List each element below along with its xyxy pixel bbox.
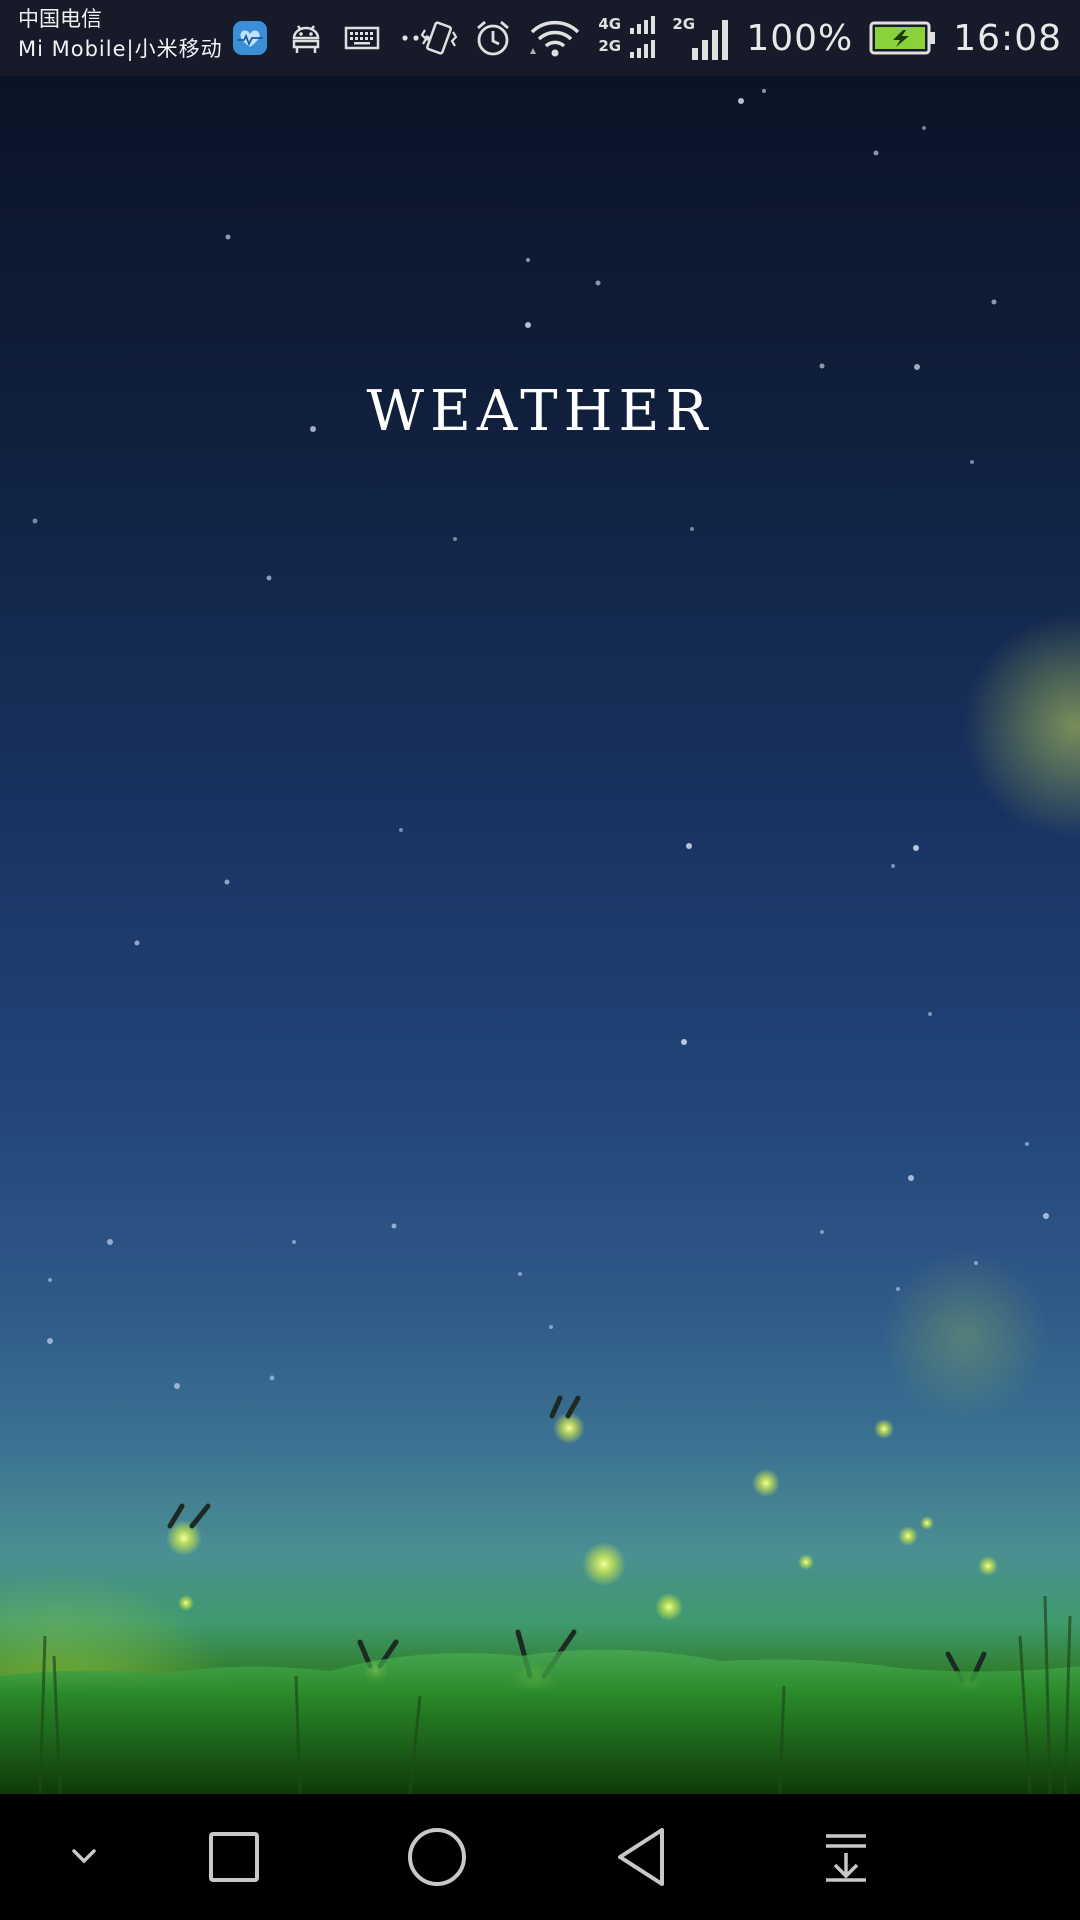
- clock: 16:08: [953, 17, 1062, 59]
- grass-field: [0, 1595, 1080, 1794]
- signal-2g-icon: 2G: [672, 10, 730, 66]
- app-title: WEATHER: [366, 379, 714, 444]
- notification-icons: [232, 0, 432, 76]
- home-icon: [408, 1828, 466, 1886]
- carrier-secondary: Mi Mobile|小米移动: [18, 37, 223, 61]
- alarm-icon: [474, 18, 512, 58]
- navigation-bar: [0, 1794, 1080, 1920]
- wifi-icon: [528, 18, 582, 58]
- notification-pulldown-icon: [826, 1834, 866, 1882]
- net-type-4g: 4G: [598, 15, 622, 33]
- hide-nav-icon: [72, 1849, 96, 1864]
- vibrate-icon: [420, 18, 458, 58]
- signal-4g-2g-icon: 4G 2G: [598, 10, 656, 66]
- weather-splash-screen: WEATHER: [0, 76, 1080, 1794]
- keyboard-icon: [344, 24, 380, 52]
- health-app-icon: [232, 20, 268, 56]
- recents-icon: [209, 1832, 259, 1882]
- recents-button[interactable]: [174, 1794, 294, 1920]
- carrier-info: 中国电信 Mi Mobile|小米移动: [18, 4, 223, 64]
- home-button[interactable]: [377, 1794, 497, 1920]
- android-debug-icon: [288, 20, 324, 56]
- hide-nav-button[interactable]: [24, 1794, 144, 1920]
- back-button[interactable]: [582, 1794, 702, 1920]
- battery-percentage: 100%: [746, 17, 854, 59]
- status-bar: 中国电信 Mi Mobile|小米移动 4G 2G 2G 100% 16:08: [0, 0, 1080, 76]
- battery-charging-icon: [869, 20, 937, 56]
- back-icon: [618, 1828, 664, 1886]
- notification-pulldown-button[interactable]: [786, 1794, 906, 1920]
- system-status-icons: 4G 2G 2G 100% 16:08: [420, 0, 1062, 76]
- carrier-primary: 中国电信: [18, 7, 102, 31]
- net-type-2g-secondary: 2G: [598, 37, 622, 55]
- phone-screen: 中国电信 Mi Mobile|小米移动 4G 2G 2G 100% 16:08 …: [0, 0, 1080, 1920]
